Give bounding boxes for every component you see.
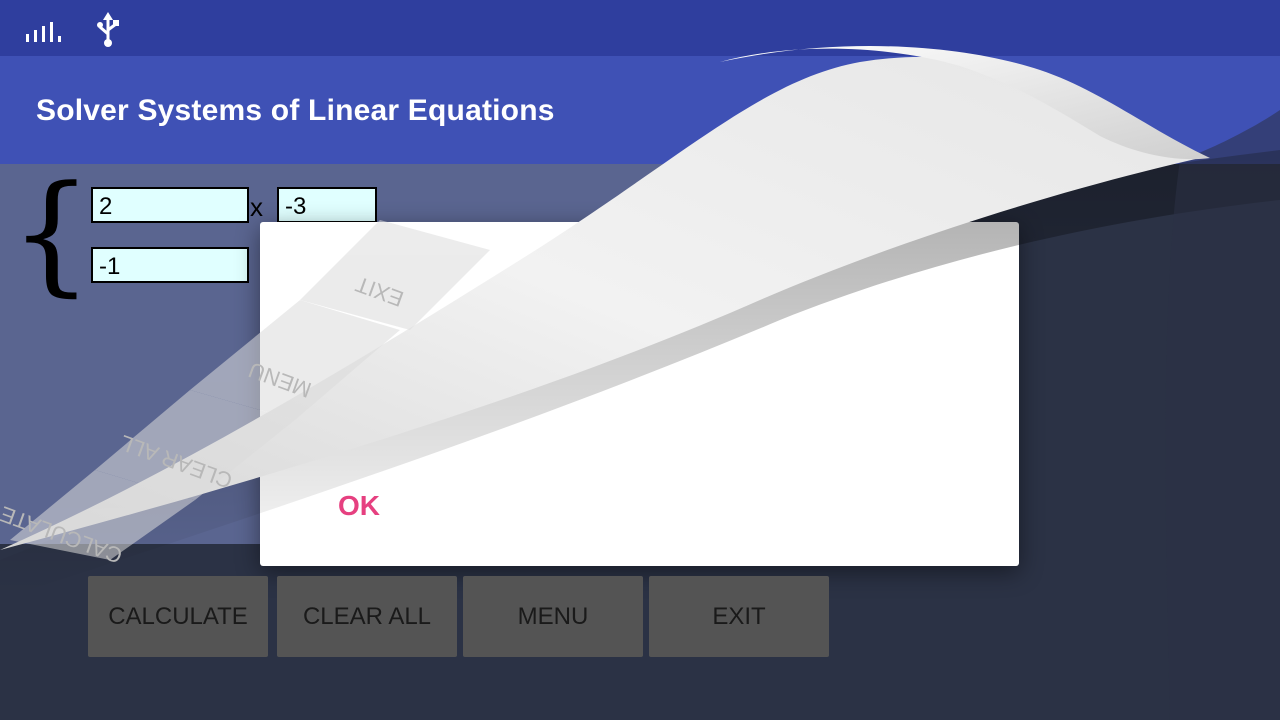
- signal-icon: [26, 22, 61, 42]
- app-title: Solver Systems of Linear Equations: [36, 94, 555, 127]
- dialog-ok-button[interactable]: OK: [338, 490, 380, 522]
- calculate-button[interactable]: CALCULATE: [88, 576, 268, 657]
- app-bar: Solver Systems of Linear Equations: [0, 56, 1280, 164]
- row1-coef2-input[interactable]: -3: [277, 187, 377, 223]
- usb-icon: [97, 12, 119, 47]
- dialog-message: 0.0: [370, 398, 415, 434]
- clear-all-button[interactable]: CLEAR ALL: [277, 576, 457, 657]
- result-dialog: 0.0 OK: [260, 222, 1019, 566]
- exit-button[interactable]: EXIT: [649, 576, 829, 657]
- menu-button[interactable]: MENU: [463, 576, 643, 657]
- system-brace: {: [10, 157, 93, 309]
- row1-var1-label: x: [250, 192, 263, 222]
- row1-coef1-input[interactable]: 2: [91, 187, 249, 223]
- status-bar: [0, 0, 1280, 56]
- row2-coef1-input[interactable]: -1: [91, 247, 249, 283]
